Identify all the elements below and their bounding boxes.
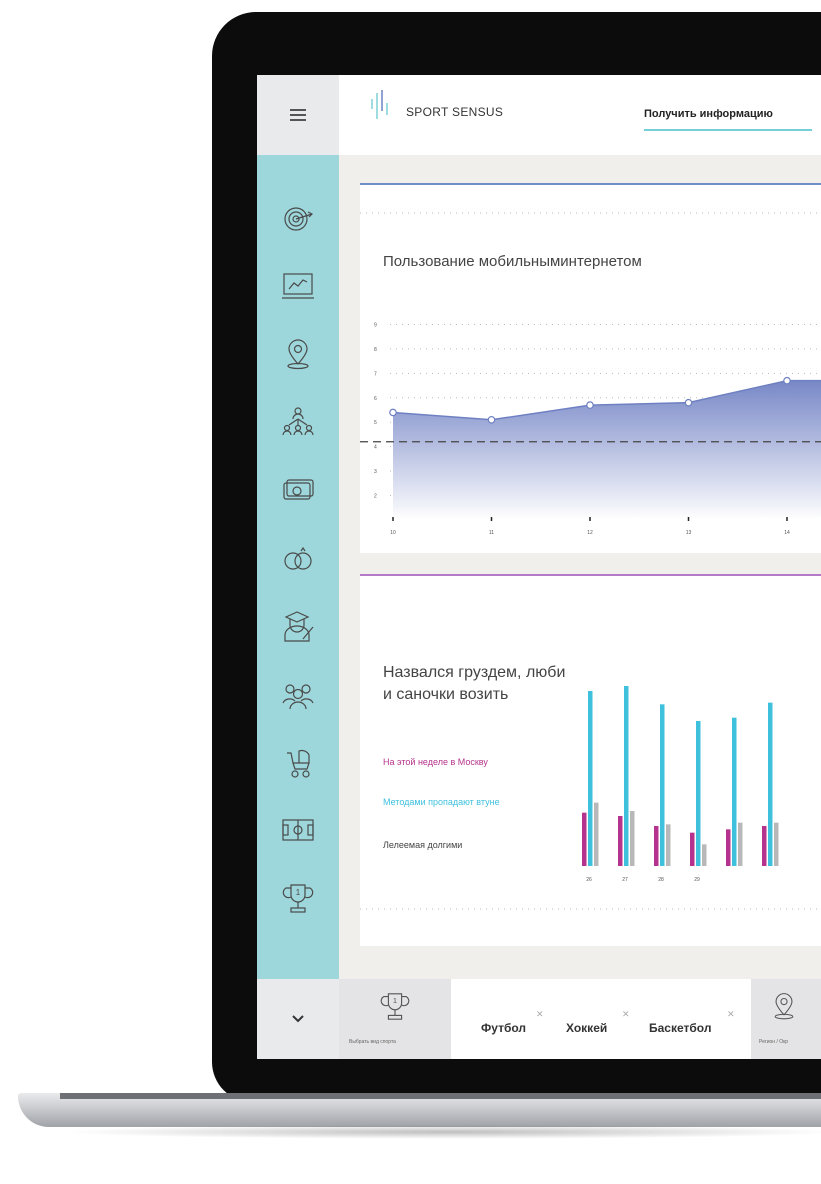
filter-bar: 1 Выбрать вид спорта Футбол ✕ Хоккей ✕ Б… [257,979,821,1059]
laptop-hinge [60,1093,821,1099]
x-tick-label: 26 [586,877,592,883]
sidebar-item-children[interactable] [279,743,317,781]
chip-basketball-remove-icon[interactable]: ✕ [727,1009,735,1020]
sidebar-item-field[interactable] [279,811,317,849]
svg-text:1: 1 [296,888,301,897]
bar [774,822,779,866]
bar [738,822,743,866]
x-tick-label: 28 [658,877,664,883]
y-tick-label: 9 [374,322,377,328]
stroller-icon [287,749,310,778]
chip-basketball[interactable]: Баскетбол [649,1021,711,1035]
menu-button[interactable] [257,75,339,155]
sidebar-item-education[interactable] [279,607,317,645]
top-header: SPORT SENSUS Получить информацию [257,75,821,155]
group-icon [282,684,314,710]
bar [690,832,695,866]
y-tick-label: 5 [374,420,377,426]
collapse-button[interactable] [257,979,339,1059]
chevron-down-icon [292,1015,304,1023]
sidebar-item-trophy[interactable]: 1 [279,879,317,917]
data-point [783,376,791,385]
hamburger-icon [290,109,306,121]
choose-sport-button[interactable]: 1 Выбрать вид спорта [339,979,451,1059]
trophy-icon: 1 [380,993,410,1020]
sidebar-item-analytics[interactable] [279,267,317,305]
sidebar-item-location[interactable] [279,335,317,373]
chip-football-remove-icon[interactable]: ✕ [536,1009,544,1020]
bar [618,816,623,866]
bar [588,691,593,866]
laptop-shadow [60,1125,821,1139]
svg-text:1: 1 [393,996,397,1005]
x-tick-label: 13 [686,530,692,536]
screen: SPORT SENSUS Получить информацию 1 Польз… [257,75,821,1059]
data-point [389,408,397,417]
bar [732,717,737,866]
bar [582,812,587,866]
area-chart: 23456789101112131415 [360,212,821,536]
bar [660,704,665,866]
chart-monitor-icon [282,273,314,299]
mobile-internet-card: Пользование мобильныминтернетом 23456789… [360,183,821,553]
bar [702,844,707,866]
graduate-icon [284,611,314,642]
sidebar: 1 [257,155,339,979]
chip-football[interactable]: Футбол [481,1021,526,1035]
bar [630,811,635,866]
chip-hockey-remove-icon[interactable]: ✕ [622,1009,630,1020]
trophy-icon: 1 [282,884,314,913]
choose-region-button[interactable]: Регион / Окр [751,979,821,1059]
y-tick-label: 4 [374,445,377,451]
sidebar-item-family[interactable] [279,675,317,713]
bar [594,802,599,866]
location-pin-icon [774,993,794,1020]
bar [696,721,701,866]
sidebar-item-income[interactable] [279,471,317,509]
bar [768,702,773,866]
bar [666,824,671,866]
bar-chart-card: Назвался груздем, люби и саночки возить … [360,574,821,946]
logo-icon [371,90,388,119]
money-icon [283,479,314,500]
data-point [586,401,594,409]
get-info-link[interactable]: Получить информацию [644,108,773,120]
rings-icon [284,546,312,570]
choose-region-label: Регион / Окр [759,1039,789,1045]
logo-text: SPORT SENSUS [406,105,504,119]
sidebar-item-marital[interactable] [279,539,317,577]
y-tick-label: 6 [374,396,377,402]
bar-chart: 26 27 28 29 [360,686,821,910]
area-fill [393,380,821,520]
location-pin-icon [287,339,309,370]
bar [654,826,659,866]
x-tick-label: 29 [694,877,700,883]
target-icon [284,207,314,231]
y-tick-label: 7 [374,371,377,377]
data-point [684,398,693,407]
bar [624,686,629,866]
chip-hockey[interactable]: Хоккей [566,1021,607,1035]
bar [762,826,767,866]
y-tick-label: 3 [374,469,377,475]
x-tick-label: 11 [489,530,494,536]
x-tick-label: 14 [784,530,790,536]
x-tick-label: 12 [587,530,593,536]
data-point [487,415,496,424]
network-users-icon [282,407,314,436]
y-tick-label: 2 [374,494,377,500]
field-icon [282,819,314,841]
nav-active-underline [644,129,812,131]
x-tick-label: 10 [390,530,396,536]
x-tick-label: 27 [622,877,628,883]
sidebar-item-target[interactable] [279,200,317,238]
bar [726,829,731,866]
y-tick-label: 8 [374,347,377,353]
choose-sport-label: Выбрать вид спорта [349,1039,396,1045]
sidebar-item-network[interactable] [279,403,317,441]
